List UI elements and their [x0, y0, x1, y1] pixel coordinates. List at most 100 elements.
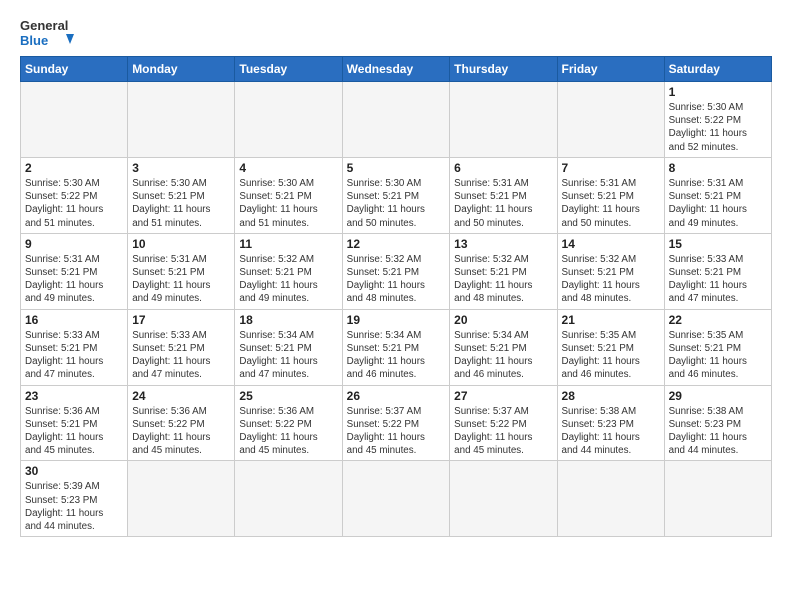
calendar-cell: 23 Sunrise: 5:36 AM Sunset: 5:21 PM Dayli… — [21, 385, 128, 461]
day-number: 9 — [25, 237, 123, 251]
calendar-cell: 16 Sunrise: 5:33 AM Sunset: 5:21 PM Dayli… — [21, 309, 128, 385]
day-number: 16 — [25, 313, 123, 327]
day-number: 8 — [669, 161, 767, 175]
day-info: Sunrise: 5:30 AM Sunset: 5:21 PM Dayligh… — [239, 177, 337, 230]
calendar-cell: 20 Sunrise: 5:34 AM Sunset: 5:21 PM Dayli… — [450, 309, 557, 385]
day-info: Sunrise: 5:35 AM Sunset: 5:21 PM Dayligh… — [562, 329, 660, 382]
day-info: Sunrise: 5:39 AM Sunset: 5:23 PM Dayligh… — [25, 480, 123, 533]
day-info: Sunrise: 5:31 AM Sunset: 5:21 PM Dayligh… — [669, 177, 767, 230]
day-info: Sunrise: 5:35 AM Sunset: 5:21 PM Dayligh… — [669, 329, 767, 382]
calendar-cell: 19 Sunrise: 5:34 AM Sunset: 5:21 PM Dayli… — [342, 309, 450, 385]
calendar-cell — [557, 82, 664, 158]
day-number: 6 — [454, 161, 552, 175]
day-number: 2 — [25, 161, 123, 175]
day-info: Sunrise: 5:33 AM Sunset: 5:21 PM Dayligh… — [132, 329, 230, 382]
weekday-header-tuesday: Tuesday — [235, 57, 342, 82]
weekday-header-thursday: Thursday — [450, 57, 557, 82]
day-number: 23 — [25, 389, 123, 403]
day-info: Sunrise: 5:31 AM Sunset: 5:21 PM Dayligh… — [454, 177, 552, 230]
calendar-cell: 17 Sunrise: 5:33 AM Sunset: 5:21 PM Dayli… — [128, 309, 235, 385]
calendar-cell: 29Sunrise: 5:38 AM Sunset: 5:23 PM Dayli… — [664, 385, 771, 461]
calendar-cell: 13Sunrise: 5:32 AM Sunset: 5:21 PM Dayli… — [450, 233, 557, 309]
calendar-cell — [235, 461, 342, 537]
day-info: Sunrise: 5:36 AM Sunset: 5:22 PM Dayligh… — [239, 405, 337, 458]
day-number: 19 — [347, 313, 446, 327]
calendar-cell — [128, 82, 235, 158]
day-number: 13 — [454, 237, 552, 251]
weekday-header-wednesday: Wednesday — [342, 57, 450, 82]
calendar-cell — [342, 461, 450, 537]
day-number: 21 — [562, 313, 660, 327]
day-info: Sunrise: 5:36 AM Sunset: 5:21 PM Dayligh… — [25, 405, 123, 458]
day-info: Sunrise: 5:38 AM Sunset: 5:23 PM Dayligh… — [562, 405, 660, 458]
weekday-header-sunday: Sunday — [21, 57, 128, 82]
calendar-cell: 22Sunrise: 5:35 AM Sunset: 5:21 PM Dayli… — [664, 309, 771, 385]
day-number: 26 — [347, 389, 446, 403]
day-number: 1 — [669, 85, 767, 99]
day-info: Sunrise: 5:36 AM Sunset: 5:22 PM Dayligh… — [132, 405, 230, 458]
day-number: 14 — [562, 237, 660, 251]
calendar-cell — [664, 461, 771, 537]
day-number: 20 — [454, 313, 552, 327]
calendar-cell: 1Sunrise: 5:30 AM Sunset: 5:22 PM Daylig… — [664, 82, 771, 158]
calendar-cell: 28 Sunrise: 5:38 AM Sunset: 5:23 PM Dayli… — [557, 385, 664, 461]
calendar-cell: 24 Sunrise: 5:36 AM Sunset: 5:22 PM Dayli… — [128, 385, 235, 461]
calendar-cell: 9 Sunrise: 5:31 AM Sunset: 5:21 PM Daylig… — [21, 233, 128, 309]
calendar-cell — [450, 461, 557, 537]
calendar: SundayMondayTuesdayWednesdayThursdayFrid… — [20, 56, 772, 537]
calendar-cell: 18 Sunrise: 5:34 AM Sunset: 5:21 PM Dayli… — [235, 309, 342, 385]
day-number: 5 — [347, 161, 446, 175]
calendar-cell: 26 Sunrise: 5:37 AM Sunset: 5:22 PM Dayli… — [342, 385, 450, 461]
calendar-cell: 2 Sunrise: 5:30 AM Sunset: 5:22 PM Daylig… — [21, 157, 128, 233]
day-number: 7 — [562, 161, 660, 175]
calendar-cell: 15 Sunrise: 5:33 AM Sunset: 5:21 PM Dayli… — [664, 233, 771, 309]
header: GeneralBlue — [20, 16, 772, 48]
day-number: 28 — [562, 389, 660, 403]
calendar-cell: 14Sunrise: 5:32 AM Sunset: 5:21 PM Dayli… — [557, 233, 664, 309]
day-number: 18 — [239, 313, 337, 327]
calendar-cell: 27 Sunrise: 5:37 AM Sunset: 5:22 PM Dayli… — [450, 385, 557, 461]
day-info: Sunrise: 5:34 AM Sunset: 5:21 PM Dayligh… — [454, 329, 552, 382]
weekday-header-friday: Friday — [557, 57, 664, 82]
calendar-cell — [21, 82, 128, 158]
svg-text:General: General — [20, 18, 68, 33]
calendar-cell: 30 Sunrise: 5:39 AM Sunset: 5:23 PM Dayli… — [21, 461, 128, 537]
day-info: Sunrise: 5:31 AM Sunset: 5:21 PM Dayligh… — [132, 253, 230, 306]
svg-text:Blue: Blue — [20, 33, 48, 48]
day-number: 3 — [132, 161, 230, 175]
day-number: 15 — [669, 237, 767, 251]
calendar-cell — [450, 82, 557, 158]
day-number: 24 — [132, 389, 230, 403]
calendar-cell: 6 Sunrise: 5:31 AM Sunset: 5:21 PM Daylig… — [450, 157, 557, 233]
day-info: Sunrise: 5:33 AM Sunset: 5:21 PM Dayligh… — [25, 329, 123, 382]
calendar-cell — [342, 82, 450, 158]
day-number: 29 — [669, 389, 767, 403]
calendar-cell: 21 Sunrise: 5:35 AM Sunset: 5:21 PM Dayli… — [557, 309, 664, 385]
calendar-cell: 25 Sunrise: 5:36 AM Sunset: 5:22 PM Dayli… — [235, 385, 342, 461]
day-info: Sunrise: 5:32 AM Sunset: 5:21 PM Dayligh… — [239, 253, 337, 306]
day-info: Sunrise: 5:34 AM Sunset: 5:21 PM Dayligh… — [347, 329, 446, 382]
logo: GeneralBlue — [20, 16, 80, 48]
weekday-header-saturday: Saturday — [664, 57, 771, 82]
calendar-cell: 7 Sunrise: 5:31 AM Sunset: 5:21 PM Daylig… — [557, 157, 664, 233]
day-info: Sunrise: 5:37 AM Sunset: 5:22 PM Dayligh… — [454, 405, 552, 458]
calendar-cell — [128, 461, 235, 537]
calendar-cell: 8 Sunrise: 5:31 AM Sunset: 5:21 PM Daylig… — [664, 157, 771, 233]
day-info: Sunrise: 5:34 AM Sunset: 5:21 PM Dayligh… — [239, 329, 337, 382]
day-number: 25 — [239, 389, 337, 403]
calendar-cell — [557, 461, 664, 537]
day-info: Sunrise: 5:37 AM Sunset: 5:22 PM Dayligh… — [347, 405, 446, 458]
day-number: 10 — [132, 237, 230, 251]
day-number: 17 — [132, 313, 230, 327]
calendar-cell: 11Sunrise: 5:32 AM Sunset: 5:21 PM Dayli… — [235, 233, 342, 309]
calendar-cell: 10 Sunrise: 5:31 AM Sunset: 5:21 PM Dayli… — [128, 233, 235, 309]
day-info: Sunrise: 5:31 AM Sunset: 5:21 PM Dayligh… — [562, 177, 660, 230]
day-info: Sunrise: 5:30 AM Sunset: 5:22 PM Dayligh… — [25, 177, 123, 230]
day-number: 27 — [454, 389, 552, 403]
day-info: Sunrise: 5:30 AM Sunset: 5:21 PM Dayligh… — [347, 177, 446, 230]
day-number: 30 — [25, 464, 123, 478]
calendar-cell: 12Sunrise: 5:32 AM Sunset: 5:21 PM Dayli… — [342, 233, 450, 309]
calendar-cell: 5 Sunrise: 5:30 AM Sunset: 5:21 PM Daylig… — [342, 157, 450, 233]
day-info: Sunrise: 5:33 AM Sunset: 5:21 PM Dayligh… — [669, 253, 767, 306]
day-info: Sunrise: 5:31 AM Sunset: 5:21 PM Dayligh… — [25, 253, 123, 306]
